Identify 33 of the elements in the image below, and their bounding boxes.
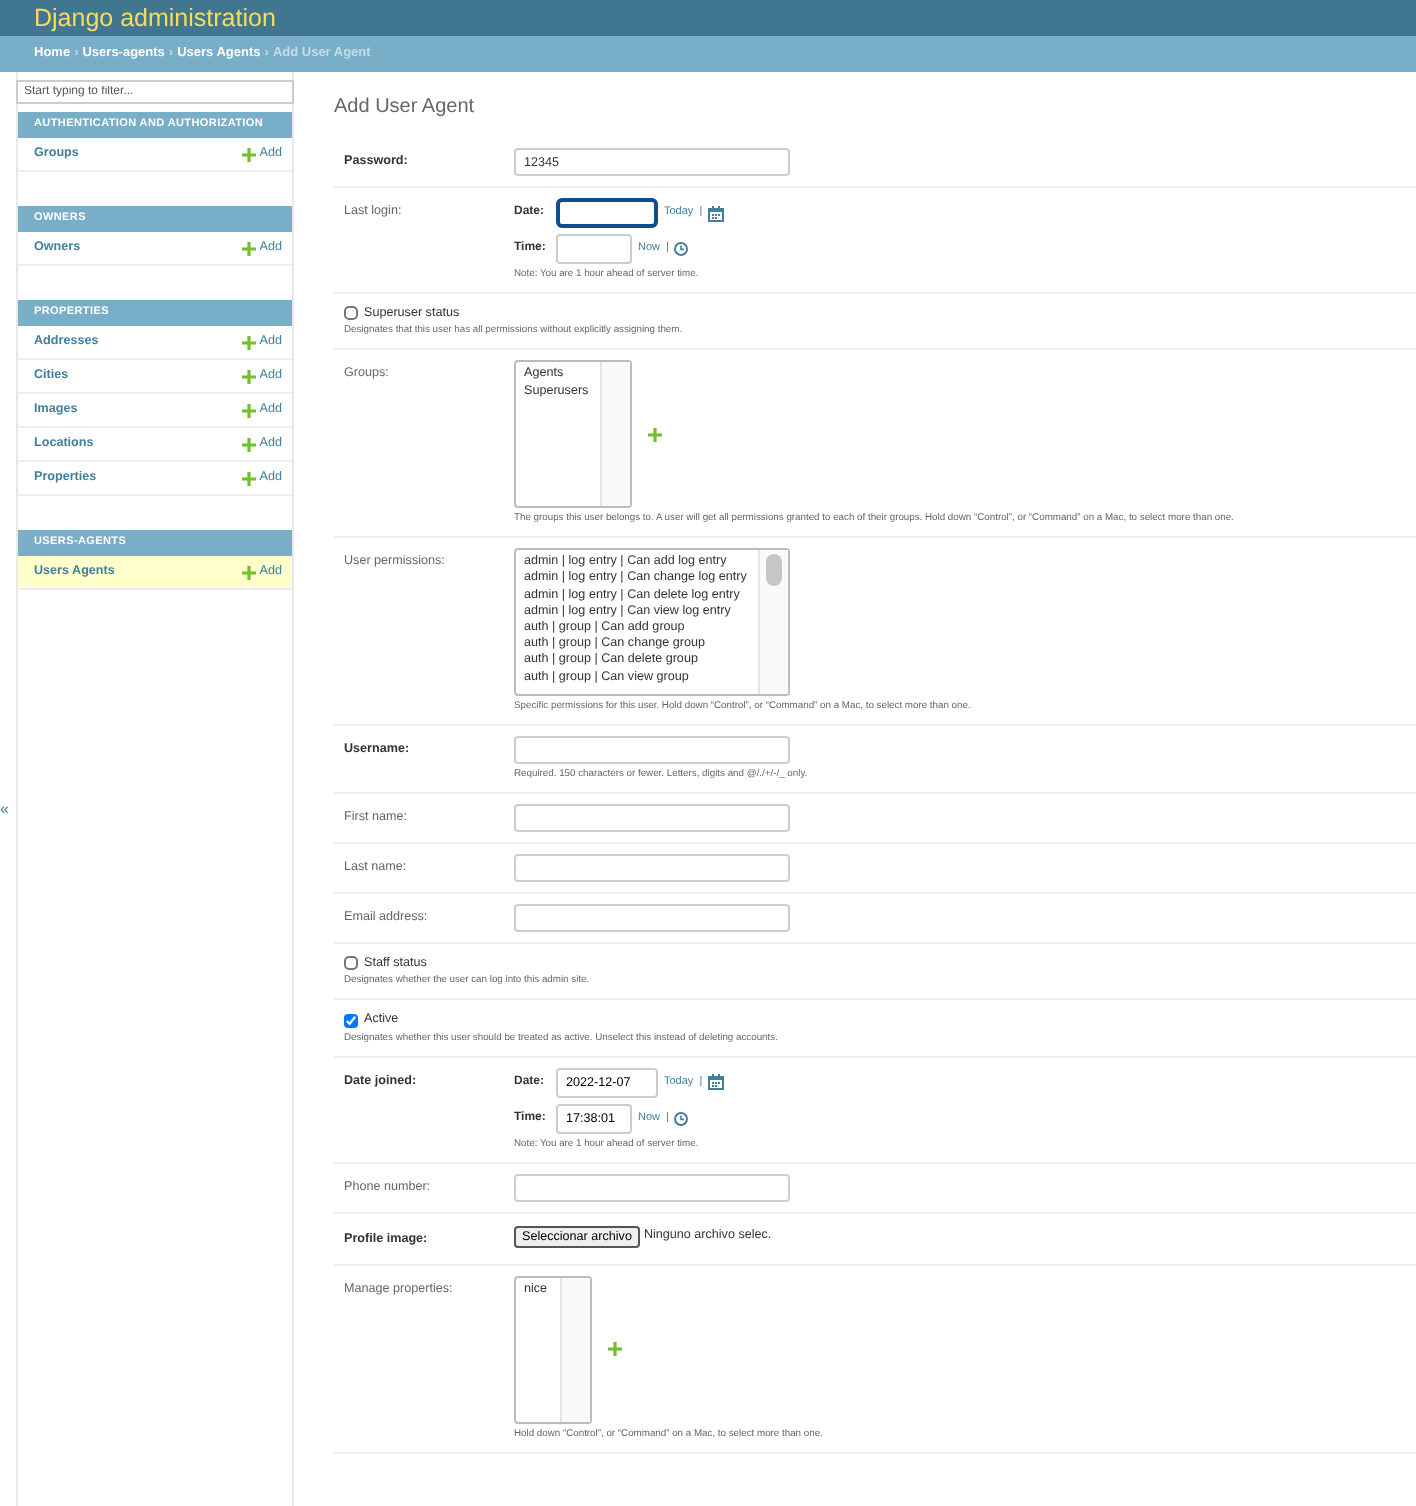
date-field[interactable]	[556, 198, 658, 228]
input-field[interactable]	[514, 803, 790, 832]
checkbox[interactable]	[344, 306, 358, 321]
plus-icon	[607, 1342, 622, 1357]
plus-icon	[648, 427, 663, 442]
plus-icon	[241, 437, 256, 451]
scrollbar[interactable]	[600, 362, 631, 507]
clock-icon	[674, 242, 689, 256]
plus-icon	[241, 241, 256, 255]
add-button[interactable]	[648, 427, 663, 442]
clock-icon	[674, 1111, 689, 1126]
calendar-icon	[708, 205, 725, 221]
add-button[interactable]	[607, 1342, 622, 1357]
plus-icon	[241, 369, 256, 383]
checkbox[interactable]	[344, 1013, 358, 1028]
multi-select[interactable]	[514, 548, 791, 697]
page-title: Add User Agent	[334, 96, 477, 120]
plus-icon	[241, 471, 256, 485]
input-field[interactable]	[514, 1173, 790, 1202]
scrollbar[interactable]	[559, 1277, 590, 1422]
plus-icon	[241, 335, 256, 349]
scrollbar[interactable]	[758, 550, 789, 695]
plus-icon	[241, 565, 256, 579]
site-title: Django administration	[34, 5, 276, 31]
input-field[interactable]	[514, 736, 790, 765]
input-field[interactable]	[514, 853, 790, 882]
sidebar-toggle[interactable]: «	[0, 801, 9, 817]
time-field[interactable]	[556, 234, 632, 264]
input-field[interactable]	[514, 903, 790, 932]
plus-icon	[241, 147, 256, 161]
calendar-icon	[708, 1074, 725, 1091]
plus-icon	[241, 403, 256, 417]
checkbox[interactable]	[344, 956, 358, 971]
